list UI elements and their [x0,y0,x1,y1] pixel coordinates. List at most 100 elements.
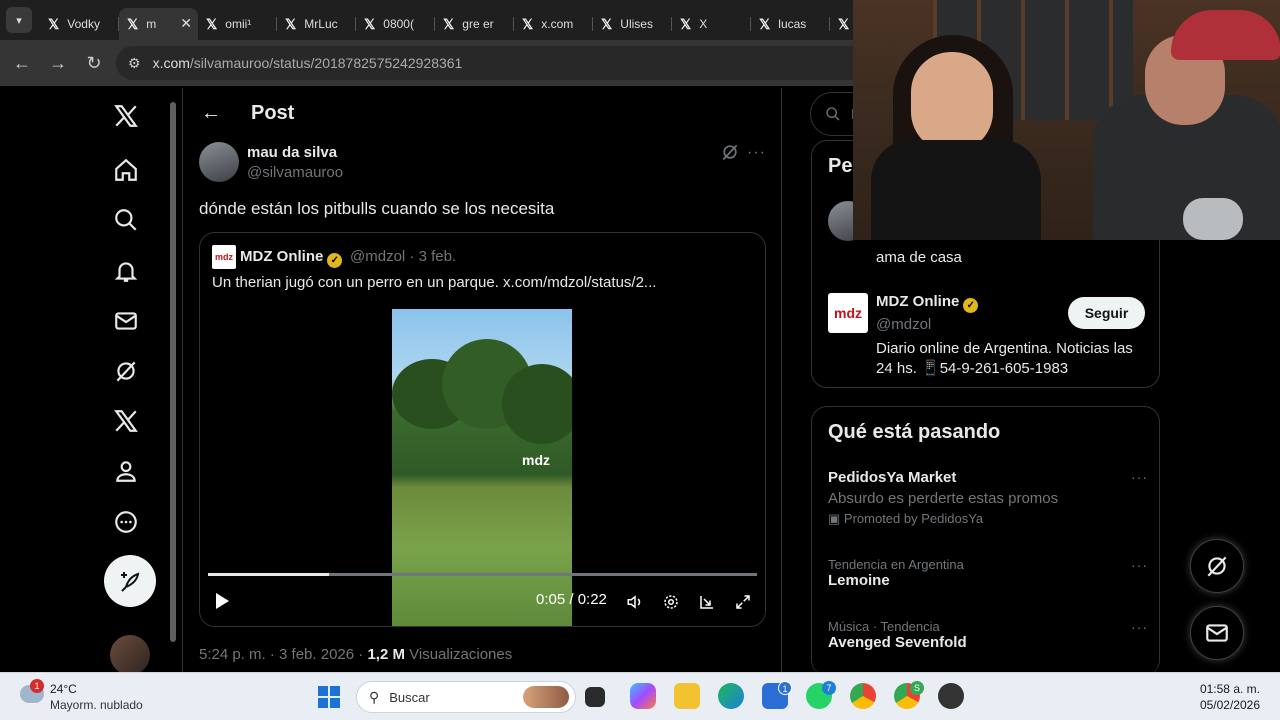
x-logo-icon: 𝕏 [680,15,692,32]
account-handle[interactable]: @mdzol [876,316,931,333]
more-dots-icon[interactable]: ··· [1131,557,1148,573]
taskbar-search[interactable]: ⚲ Buscar [356,681,576,713]
trend-title: PedidosYa Market [828,469,957,486]
video-player[interactable]: mdz 0:05 / 0:22 [200,297,765,626]
back-arrow-icon[interactable]: ← [4,45,40,81]
more-options-icon[interactable] [100,502,152,542]
messages-envelope-icon[interactable] [100,301,152,341]
x-logo-icon: 𝕏 [443,15,455,32]
post-header: ← Post [201,102,294,125]
browser-tab[interactable]: 𝕏omii¹ [198,8,277,40]
tab-search-button[interactable]: ▾ [6,7,32,33]
url-field[interactable]: ⚙ x.com/silvamauroo/status/2018782575242… [116,46,936,80]
x-home-logo-icon[interactable] [100,96,152,136]
compose-post-button[interactable] [104,555,156,607]
settings-gear-icon[interactable] [662,593,680,611]
windows-start-icon[interactable] [318,686,340,708]
video-progress-bar[interactable] [208,573,757,576]
close-tab-icon[interactable]: ✕ [180,15,192,32]
fullscreen-icon[interactable] [734,593,752,611]
views-count: 1,2 M [367,646,405,663]
person-right-cap [1171,10,1280,60]
video-watermark: mdz [522,452,550,468]
quoted-post[interactable]: mdz MDZ Online ✓ @mdzol · 3 feb. Un theri… [199,232,766,627]
reload-icon[interactable]: ↻ [76,45,112,81]
x-logo-icon: 𝕏 [838,15,850,32]
x-logo-icon: 𝕏 [759,15,771,32]
tab-title: m [146,17,157,31]
trend-item[interactable]: Tendencia en Argentina Lemoine ··· [828,557,1148,589]
clock-time: 01:58 a. m. [1199,682,1260,696]
promoted-icon: ▣ [828,511,844,526]
browser-tab[interactable]: 𝕏x.com [514,8,593,40]
edge-icon[interactable] [718,683,744,709]
video-time: 0:05 / 0:22 [536,591,607,608]
notifications-bell-icon[interactable] [100,251,152,291]
site-settings-icon[interactable]: ⚙ [128,55,141,72]
tab-title: Vodky [67,17,100,31]
more-dots-icon[interactable]: ··· [1131,619,1148,635]
tab-title: lucas [778,17,807,31]
card-title: Pe [828,155,853,177]
back-arrow-icon[interactable]: ← [201,102,221,125]
author-handle[interactable]: @silvamauroo [247,164,343,181]
promoted-text: Promoted by PedidosYa [843,511,984,526]
search-icon[interactable] [100,200,152,240]
browser-tab[interactable]: 𝕏gre er [435,8,514,40]
copilot-icon[interactable] [630,683,656,709]
person-bio: ama de casa [876,249,962,266]
forward-arrow-icon[interactable]: → [40,45,76,81]
video-progress-fill [208,573,329,576]
system-clock[interactable]: 01:58 a. m. 05/02/2026 [1200,681,1260,713]
author-avatar[interactable] [199,142,239,182]
quoted-author-name[interactable]: MDZ Online ✓ [240,248,343,268]
follow-button[interactable]: Seguir [1068,297,1145,329]
left-scrollbar[interactable] [166,92,178,672]
x-logo-icon: 𝕏 [127,15,139,32]
browser-tab[interactable]: 𝕏 0800( [356,8,435,40]
grok-icon[interactable] [100,351,152,391]
author-name[interactable]: mau da silva [247,144,337,161]
quoted-text: Un therian jugó con un perro en un parqu… [212,274,657,291]
browser-tab[interactable]: 𝕏X [672,8,751,40]
store-badge: 1 [778,681,792,695]
volume-icon[interactable] [626,593,644,611]
taskbar-search-placeholder: Buscar [389,689,430,705]
play-icon[interactable] [216,593,229,609]
more-dots-icon[interactable]: ··· [1131,469,1148,485]
trend-description: Absurdo es perderte estas promos [828,490,1059,507]
more-dots-icon[interactable]: ··· [747,144,766,162]
url-path: /silvamauroo/status/2018782575242928361 [189,55,463,71]
mdz-logo: mdz [212,245,236,269]
promoted-label: ▣ Promoted by PedidosYa [828,511,1148,527]
trend-item[interactable]: PedidosYa Market Absurdo es perderte est… [828,469,1148,527]
trend-context: Tendencia en Argentina [828,557,964,572]
account-name[interactable]: MDZ Online ✓ [876,293,979,313]
browser-tab-active[interactable]: 𝕏m ✕ [119,8,198,40]
feather-plus-icon [121,572,140,592]
browser-tab[interactable]: 𝕏 Vodky [40,8,119,40]
scrollbar-thumb[interactable] [170,102,176,642]
premium-x-icon[interactable] [100,401,152,441]
picture-in-picture-icon[interactable] [698,593,716,611]
weather-temp[interactable]: 24°C [50,682,77,696]
grok-explain-icon[interactable] [720,142,740,167]
profile-person-icon[interactable] [100,451,152,491]
grok-floating-button[interactable] [1190,539,1244,593]
steam-icon[interactable] [938,683,964,709]
chrome-icon[interactable] [850,683,876,709]
messages-floating-button[interactable] [1190,606,1244,660]
file-explorer-icon[interactable] [674,683,700,709]
browser-tab[interactable]: 𝕏 MrLuc [277,8,356,40]
trend-item[interactable]: Música · Tendencia Avenged Sevenfold ··· [828,619,1148,651]
trend-context: Música · Tendencia [828,619,940,634]
browser-tab[interactable]: 𝕏lucas [751,8,830,40]
weather-desc[interactable]: Mayorm. nublado [50,698,143,712]
home-icon[interactable] [100,150,152,190]
account-avatar[interactable] [110,635,150,675]
browser-tab[interactable]: 𝕏 Ulises [593,8,672,40]
post-timestamp[interactable]: 5:24 p. m. · 3 feb. 2026 · [199,646,363,663]
whatsapp-badge: 7 [822,681,836,695]
task-view-icon[interactable] [585,687,605,707]
mdz-avatar[interactable]: mdz [828,293,868,333]
